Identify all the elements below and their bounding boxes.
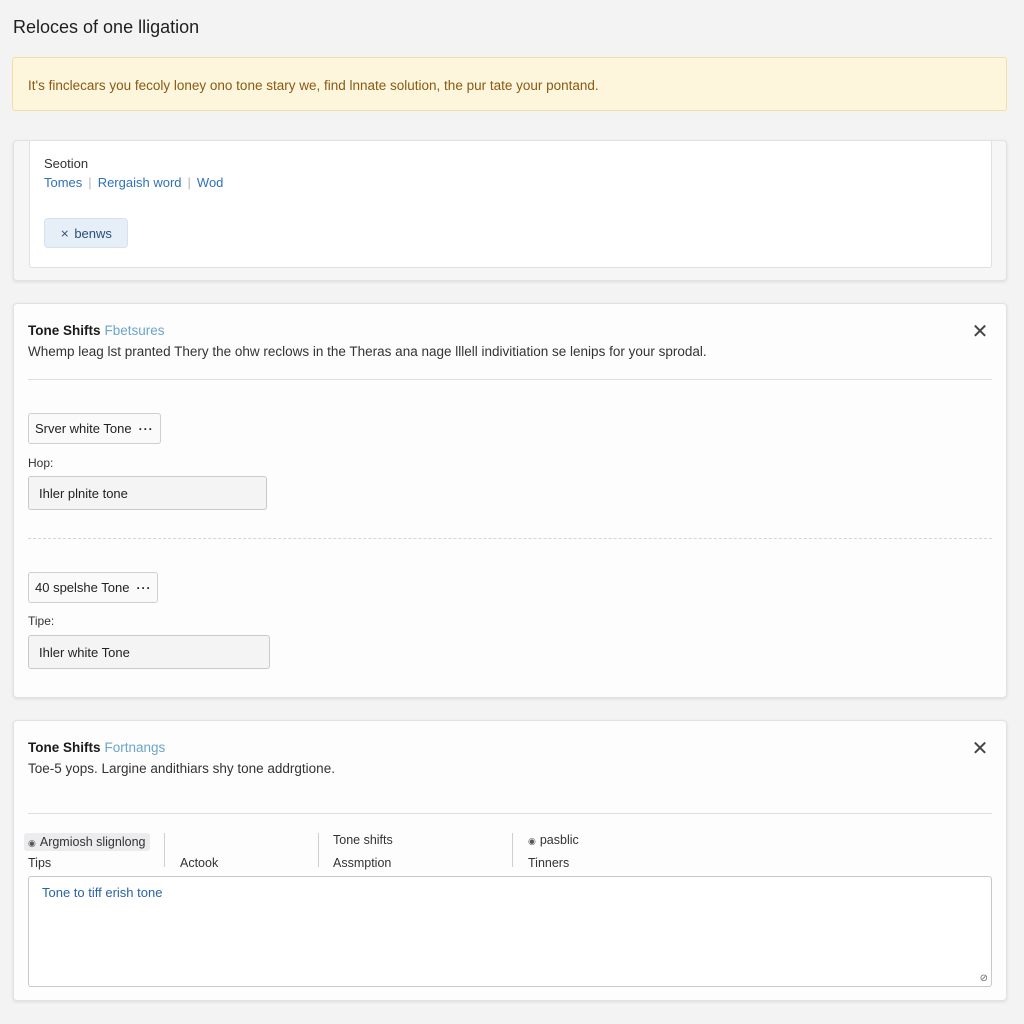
card-subtitle: Fortnangs xyxy=(104,740,166,755)
field-label: Tipe: xyxy=(28,614,55,628)
tone-textarea-value: Tone to tiff erish tone xyxy=(42,885,163,900)
section-divider-dashed xyxy=(28,538,992,539)
meta-bottom-value: Assmption xyxy=(333,856,392,870)
more-icon: ··· xyxy=(136,580,152,595)
card-divider xyxy=(28,379,992,380)
tone-input-value: Ihler plnite tone xyxy=(39,485,128,501)
meta-bottom-value: Tinners xyxy=(528,856,570,870)
meta-bottom-value: Tips xyxy=(28,856,52,870)
column-separator xyxy=(512,833,513,867)
tone-text-input[interactable]: Ihler white Tone xyxy=(28,635,270,669)
tone-shifts-card-1: Tone Shifts Fbetsures Whemp leag lst pran… xyxy=(13,303,1007,698)
card-description: Whemp leag lst pranted Thery the ohw rec… xyxy=(28,344,707,359)
page-title: Reloces of one lligation xyxy=(13,17,200,37)
section-inner-panel: Seotion Tomes | Rergaish word | Wod ⨯ benws xyxy=(29,141,992,268)
link-wod[interactable]: Wod xyxy=(197,175,224,190)
card-divider xyxy=(28,813,992,814)
meta-top-value[interactable]: ◉ Argmiosh slignlong xyxy=(24,833,151,851)
circle-icon: ◉ xyxy=(28,838,36,848)
resize-handle-icon[interactable]: ⊘ xyxy=(980,973,988,984)
section-links: Tomes | Rergaish word | Wod xyxy=(44,175,223,190)
meta-bottom-value: Actook xyxy=(180,856,219,870)
person-icon: ⨯ xyxy=(60,227,70,240)
link-rergaish-word[interactable]: Rergaish word xyxy=(98,175,182,190)
tone-textarea[interactable]: Tone to tiff erish tone ⊘ xyxy=(28,876,992,987)
field-label: Hop: xyxy=(28,456,54,470)
meta-top-text: pasblic xyxy=(539,833,579,847)
benws-button[interactable]: ⨯ benws xyxy=(44,218,128,248)
link-separator: | xyxy=(88,175,92,190)
column-separator xyxy=(164,833,165,867)
card-subtitle: Fbetsures xyxy=(104,323,165,338)
close-icon[interactable]: ✕ xyxy=(970,739,990,759)
link-tomes[interactable]: Tomes xyxy=(44,175,82,190)
meta-grid: ◉ Argmiosh slignlong Tips Actook Tone shi… xyxy=(24,831,992,871)
card-title-text: Tone Shifts xyxy=(28,323,101,338)
close-icon[interactable]: ✕ xyxy=(970,322,990,342)
card-title: Tone Shifts Fortnangs xyxy=(28,740,165,755)
tone-tag-label: 40 spelshe Tone xyxy=(35,580,130,595)
benws-button-label: benws xyxy=(74,225,112,241)
more-icon: ··· xyxy=(138,421,154,436)
alert-banner: It's finclecars you fecoly loney ono ton… xyxy=(12,57,1007,111)
tone-input-value: Ihler white Tone xyxy=(39,644,130,660)
column-separator xyxy=(318,833,319,867)
tone-text-input[interactable]: Ihler plnite tone xyxy=(28,476,267,510)
tone-tag-button[interactable]: 40 spelshe Tone ··· xyxy=(28,572,159,603)
section-card: Seotion Tomes | Rergaish word | Wod ⨯ benws xyxy=(13,140,1007,281)
section-label: Seotion xyxy=(44,156,89,171)
circle-icon: ◉ xyxy=(528,836,536,846)
tone-shifts-card-2: Tone Shifts Fortnangs Toe-5 yops. Largine… xyxy=(13,720,1007,1001)
alert-text: It's finclecars you fecoly loney ono ton… xyxy=(28,78,599,93)
card-title: Tone Shifts Fbetsures xyxy=(28,323,165,338)
meta-top-value: Tone shifts xyxy=(333,833,393,847)
card-description: Toe-5 yops. Largine andithiars shy tone … xyxy=(28,761,335,776)
meta-top-text: Argmiosh slignlong xyxy=(39,835,146,849)
link-separator: | xyxy=(187,175,191,190)
meta-top-value: ◉ pasblic xyxy=(528,833,579,847)
tone-tag-label: Srver white Tone xyxy=(35,421,132,436)
card-title-text: Tone Shifts xyxy=(28,740,101,755)
tone-tag-button[interactable]: Srver white Tone ··· xyxy=(28,413,161,444)
